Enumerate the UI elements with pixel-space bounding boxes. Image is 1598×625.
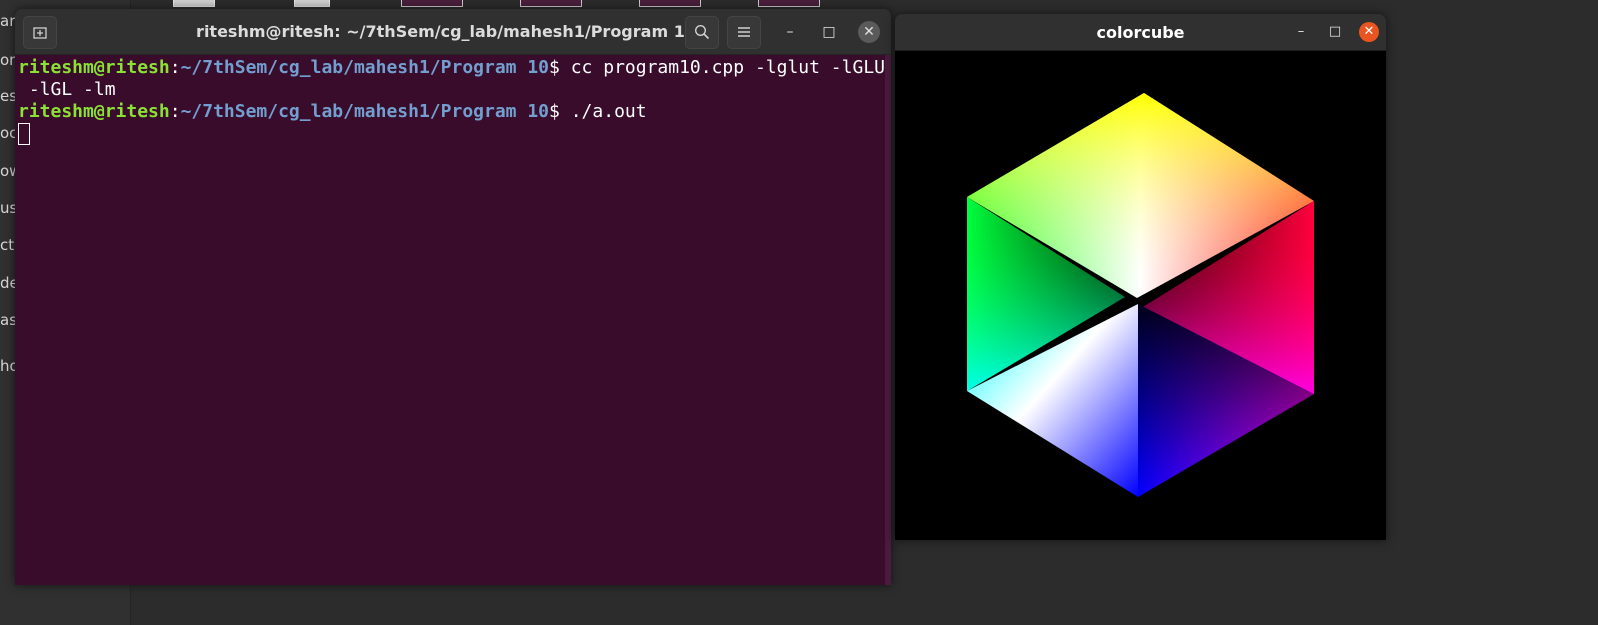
colorcube-render-canvas (895, 51, 1386, 540)
prompt-symbol: $ (549, 57, 571, 78)
maximize-button[interactable]: □ (1325, 22, 1345, 42)
minimize-button[interactable]: – (1291, 22, 1311, 42)
file-thumbnail[interactable] (173, 0, 215, 7)
prompt-separator: : (169, 101, 181, 122)
sidebar-item[interactable]: ar (0, 12, 15, 30)
hamburger-menu-icon (738, 27, 750, 37)
minimize-button[interactable]: – (779, 21, 801, 43)
menu-button[interactable] (727, 16, 761, 49)
terminal-line: riteshm@ritesh:~/7thSem/cg_lab/mahesh1/P… (18, 101, 647, 122)
command-text: cc program10.cpp -lglut -lGLU (570, 57, 885, 78)
file-thumbnail[interactable] (639, 0, 701, 7)
terminal-cursor (18, 123, 30, 145)
file-thumbnail[interactable] (758, 0, 820, 7)
search-button[interactable] (685, 16, 719, 49)
terminal-window[interactable]: riteshm@ritesh: ~/7thSem/cg_lab/mahesh1/… (15, 9, 891, 585)
file-thumbnail[interactable] (401, 0, 463, 7)
sidebar-item[interactable]: ct (0, 236, 14, 254)
close-button[interactable]: ✕ (858, 21, 880, 43)
maximize-button[interactable]: □ (818, 21, 840, 43)
prompt-path: ~/7thSem/cg_lab/mahesh1/Program 10 (180, 101, 550, 122)
prompt-user: riteshm@ritesh (18, 101, 170, 122)
terminal-titlebar[interactable]: riteshm@ritesh: ~/7thSem/cg_lab/mahesh1/… (15, 9, 891, 55)
terminal-output[interactable]: riteshm@ritesh:~/7thSem/cg_lab/mahesh1/P… (15, 55, 885, 585)
colorcube-title: colorcube (1096, 23, 1185, 42)
terminal-line-continuation: -lGL -lm (18, 79, 116, 100)
file-thumbnail[interactable] (294, 0, 330, 7)
search-icon (694, 24, 710, 40)
terminal-scrollbar[interactable] (885, 55, 891, 585)
command-text: ./a.out (570, 101, 647, 122)
colorcube-window[interactable]: colorcube – □ ✕ (895, 14, 1386, 540)
prompt-separator: : (169, 57, 181, 78)
close-button[interactable]: ✕ (1359, 22, 1379, 42)
file-thumbnail[interactable] (520, 0, 582, 7)
prompt-symbol: $ (549, 101, 571, 122)
terminal-line: riteshm@ritesh:~/7thSem/cg_lab/mahesh1/P… (18, 57, 885, 78)
prompt-path: ~/7thSem/cg_lab/mahesh1/Program 10 (180, 57, 550, 78)
colorcube-titlebar[interactable]: colorcube – □ ✕ (895, 14, 1386, 51)
prompt-user: riteshm@ritesh (18, 57, 170, 78)
